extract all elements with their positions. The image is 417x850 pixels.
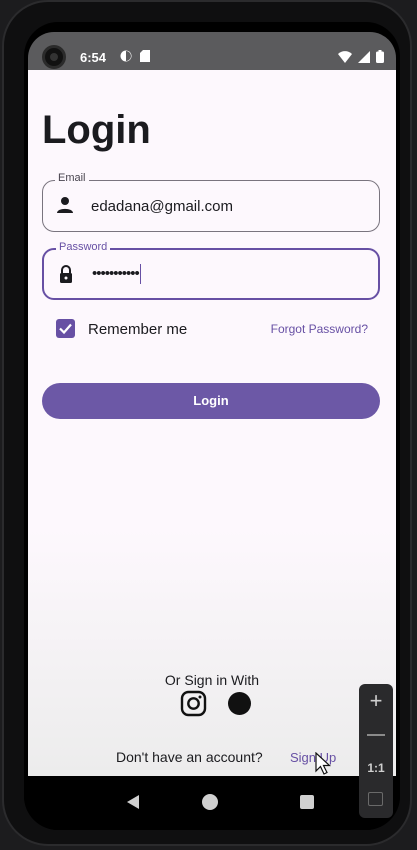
battery-icon [376, 50, 384, 66]
home-icon[interactable] [202, 794, 218, 810]
password-field[interactable]: Password ••••••••••• [42, 241, 380, 300]
no-account-text: Don't have an account? [116, 749, 263, 765]
password-dots: ••••••••••• [92, 264, 140, 282]
lock-icon [56, 264, 76, 284]
emulator-zoom-panel: + 1:1 [359, 684, 393, 818]
data-saver-icon [120, 50, 132, 65]
navigation-bar [24, 776, 400, 830]
zoom-in-button[interactable]: + [359, 688, 393, 714]
or-sign-in-text: Or Sign in With [164, 672, 260, 688]
front-camera [42, 45, 66, 69]
email-label: Email [55, 172, 89, 184]
text-caret [139, 264, 142, 284]
page-title: Login [42, 108, 151, 152]
status-bar: 6:54 [28, 32, 396, 70]
login-button[interactable]: Login [42, 383, 380, 419]
remember-me-checkbox[interactable] [56, 319, 75, 338]
person-icon [55, 195, 75, 215]
status-time: 6:54 [80, 50, 107, 65]
forgot-password-link[interactable]: Forgot Password? [271, 322, 368, 336]
zoom-ratio-button[interactable]: 1:1 [359, 761, 393, 775]
password-value: ••••••••••• [92, 264, 142, 284]
device-frame: 6:54 Login Email edadana@gmail.com Passw… [2, 0, 412, 846]
login-screen: Login Email edadana@gmail.com Password •… [28, 70, 396, 776]
instagram-icon[interactable] [180, 690, 207, 717]
mouse-pointer-icon [315, 751, 333, 776]
recent-apps-icon[interactable] [300, 795, 314, 809]
back-icon[interactable] [126, 794, 140, 810]
fit-screen-icon[interactable] [368, 792, 383, 806]
sim-card-icon [140, 50, 150, 65]
signal-icon [358, 50, 370, 66]
zoom-out-button[interactable] [367, 734, 385, 736]
password-label: Password [56, 241, 111, 253]
email-value: edadana@gmail.com [91, 198, 233, 215]
remember-me-label: Remember me [88, 321, 188, 338]
status-right-icons [338, 50, 384, 66]
wifi-icon [338, 50, 352, 66]
device-screen-area: 6:54 Login Email edadana@gmail.com Passw… [24, 22, 400, 830]
circle-icon[interactable] [228, 692, 251, 715]
email-field[interactable]: Email edadana@gmail.com [42, 172, 380, 232]
